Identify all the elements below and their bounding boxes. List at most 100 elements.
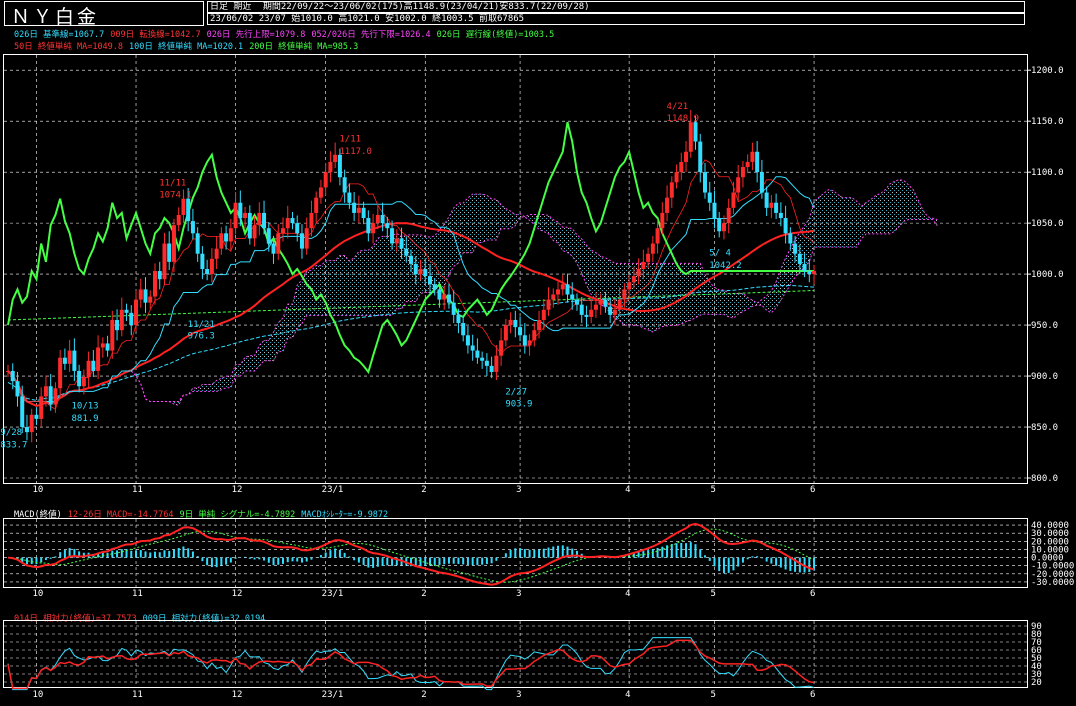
candle-body	[518, 327, 523, 336]
candle-body	[556, 289, 561, 295]
candle-body	[34, 414, 39, 419]
macd-signal-line	[7, 528, 815, 583]
price-y-tick-label: 1200.0	[1031, 66, 1064, 76]
macd-y-tick-label: -30.0000	[1031, 578, 1074, 588]
candle-body	[96, 347, 101, 371]
x-tick-label: 4	[625, 589, 630, 599]
candle-body	[769, 202, 774, 208]
candle-body	[281, 228, 286, 234]
candle-body	[745, 161, 750, 168]
candle-body	[394, 238, 399, 244]
price-annotation: 2/27	[505, 387, 527, 397]
candle-body	[209, 258, 214, 275]
x-tick-label: 11	[132, 690, 143, 700]
rsi-y-tick-label: 20	[1031, 678, 1042, 688]
candle-body	[617, 299, 622, 310]
candle-body	[726, 207, 731, 224]
x-tick-label: 10	[32, 485, 43, 495]
candle-body	[736, 177, 741, 193]
price-annotation: 1074.1	[159, 191, 192, 201]
candle-body	[565, 284, 570, 295]
candle-body	[546, 299, 551, 310]
candle-body	[759, 172, 764, 193]
candle-body	[224, 233, 229, 242]
candle-body	[77, 370, 82, 387]
x-tick-label: 6	[810, 690, 815, 700]
candle-body	[679, 161, 684, 173]
candle-body	[10, 370, 15, 382]
candle-body	[262, 212, 267, 229]
x-tick-label: 4	[625, 485, 630, 495]
candle-body	[219, 233, 224, 249]
candle-body	[247, 212, 252, 239]
candle-body	[328, 161, 333, 173]
candle-body	[323, 172, 328, 188]
x-tick-label: 11	[132, 589, 143, 599]
candle-body	[665, 197, 670, 213]
candle-body	[489, 365, 494, 372]
candle-body	[214, 248, 219, 259]
candle-body	[721, 223, 726, 232]
price-y-tick-label: 950.0	[1031, 321, 1058, 331]
candle-body	[380, 214, 385, 224]
candle-body	[290, 218, 295, 224]
candle-body	[480, 357, 485, 361]
candle-body	[309, 212, 314, 229]
candle-body	[371, 223, 376, 234]
candle-body	[304, 228, 309, 249]
candle-body	[53, 388, 58, 405]
candle-body	[669, 182, 674, 198]
candle-body	[755, 151, 760, 173]
candle-body	[366, 218, 371, 234]
candle-body	[233, 202, 238, 229]
candle-body	[91, 360, 96, 371]
candle-body	[129, 312, 134, 326]
candle-body	[134, 299, 139, 326]
price-annotation: 903.9	[505, 400, 532, 410]
x-tick-label: 10	[32, 690, 43, 700]
candle-body	[740, 167, 745, 178]
candle-body	[100, 343, 105, 348]
candle-body	[532, 330, 537, 341]
candle-body	[513, 319, 518, 328]
candle-body	[171, 225, 176, 262]
candle-body	[584, 314, 589, 317]
price-annotation: 4/21	[667, 102, 689, 112]
price-y-tick-label: 1000.0	[1031, 270, 1064, 280]
candle-body	[176, 214, 181, 226]
candle-body	[299, 233, 304, 249]
candle-body	[110, 319, 115, 351]
price-annotation: 976.3	[188, 331, 215, 341]
candle-body	[608, 306, 613, 315]
candle-body	[717, 218, 722, 232]
candle-body	[152, 271, 157, 297]
candle-body	[622, 289, 627, 300]
price-y-tick-label: 1150.0	[1031, 117, 1064, 127]
candle-body	[356, 207, 361, 213]
candle-body	[541, 309, 546, 320]
price-annotation: 1148.9	[667, 114, 700, 124]
candle-body	[148, 296, 153, 303]
price-annotation: 1117.0	[339, 147, 372, 157]
price-y-tick-label: 850.0	[1031, 423, 1058, 433]
candle-body	[119, 309, 124, 331]
candle-body	[707, 192, 712, 203]
candle-body	[797, 253, 802, 264]
candle-body	[43, 386, 48, 397]
candle-body	[143, 289, 148, 303]
candle-body	[593, 304, 598, 310]
candle-body	[688, 122, 693, 152]
candle-body	[702, 172, 707, 193]
price-y-tick-label: 1100.0	[1031, 168, 1064, 178]
candle-body	[499, 340, 504, 356]
candle-body	[20, 396, 25, 428]
candle-body	[456, 314, 461, 324]
candle-body	[190, 221, 195, 234]
candle-body	[243, 212, 248, 219]
candle-body	[684, 151, 689, 162]
candle-body	[484, 360, 489, 366]
candle-body	[314, 197, 319, 213]
x-tick-label: 3	[516, 690, 521, 700]
candle-body	[650, 243, 655, 254]
price-annotation: 1042.2	[709, 261, 742, 271]
